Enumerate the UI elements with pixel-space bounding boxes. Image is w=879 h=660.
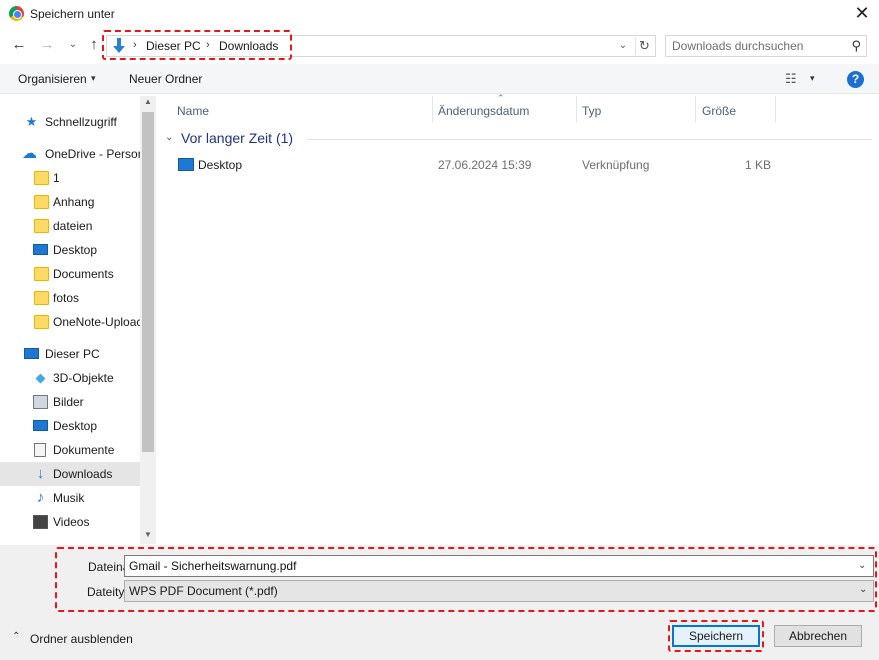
sidebar-item-label: Downloads bbox=[53, 467, 113, 481]
column-separator[interactable] bbox=[432, 96, 433, 122]
sidebar-item-dateien[interactable]: dateien bbox=[0, 214, 140, 238]
pictures-icon bbox=[33, 395, 48, 409]
recent-locations-icon[interactable]: ⌄ bbox=[64, 36, 82, 54]
file-size: 1 KB bbox=[745, 158, 772, 172]
new-folder-button[interactable]: Neuer Ordner bbox=[129, 72, 202, 86]
pc-icon bbox=[24, 348, 39, 359]
folder-icon bbox=[34, 291, 49, 305]
folder-icon bbox=[34, 171, 49, 185]
scroll-up-icon[interactable]: ▲ bbox=[140, 97, 155, 106]
highlight-save bbox=[668, 620, 764, 652]
help-icon[interactable]: ? bbox=[847, 71, 864, 88]
sidebar-item-label: Dokumente bbox=[53, 443, 115, 457]
sidebar-item-label: fotos bbox=[53, 291, 80, 305]
command-toolbar: Organisieren ▾ Neuer Ordner ☷ ▾ ? bbox=[0, 64, 879, 94]
back-arrow-icon[interactable]: ← bbox=[10, 36, 28, 54]
sidebar-item-label: Documents bbox=[53, 267, 114, 281]
title-bar: Speichern unter ✕ bbox=[0, 0, 879, 28]
sidebar-item-label: Desktop bbox=[53, 243, 98, 257]
chevron-down-icon[interactable]: ▾ bbox=[810, 73, 815, 84]
sidebar-item-downloads[interactable]: ↓ Downloads bbox=[0, 462, 140, 486]
folder-icon bbox=[34, 315, 49, 329]
sidebar-item-label: 1 bbox=[53, 171, 60, 185]
collapse-group-icon[interactable]: ⌄ bbox=[165, 132, 173, 143]
search-input[interactable]: Downloads durchsuchen ⚲ bbox=[665, 35, 867, 57]
star-icon: ★ bbox=[25, 114, 38, 129]
address-dropdown-icon[interactable]: ⌄ bbox=[615, 38, 631, 54]
navigation-pane[interactable]: ★ Schnellzugriff ☁ OneDrive - Persor 1 A… bbox=[0, 96, 156, 544]
chevron-down-icon[interactable]: ▾ bbox=[91, 73, 96, 84]
sidebar-item-musik[interactable]: ♪ Musik bbox=[0, 486, 140, 510]
column-separator[interactable] bbox=[775, 96, 776, 122]
column-header-size[interactable]: Größe bbox=[702, 100, 736, 122]
forward-arrow-icon[interactable]: → bbox=[38, 36, 56, 54]
folder-icon bbox=[34, 195, 49, 209]
group-header[interactable]: Vor langer Zeit (1) bbox=[181, 130, 293, 146]
sidebar-item-desktop-pc[interactable]: Desktop bbox=[0, 414, 140, 438]
column-header-date[interactable]: Änderungsdatum bbox=[438, 100, 529, 122]
sidebar-item-bilder[interactable]: Bilder bbox=[0, 390, 140, 414]
sidebar-item-dokumente[interactable]: Dokumente bbox=[0, 438, 140, 462]
cancel-button[interactable]: Abbrechen bbox=[774, 625, 862, 647]
chrome-icon bbox=[9, 6, 24, 21]
sidebar-item-label: Bilder bbox=[53, 395, 84, 409]
folder-icon bbox=[34, 267, 49, 281]
sidebar-item-3d-objekte[interactable]: ◆ 3D-Objekte bbox=[0, 366, 140, 390]
sidebar-item-label: dateien bbox=[53, 219, 93, 233]
music-icon: ♪ bbox=[36, 489, 45, 506]
sidebar-item-label: OneNote-Uploac bbox=[53, 315, 143, 329]
hide-folders-button[interactable]: Ordner ausblenden bbox=[30, 632, 133, 646]
column-separator[interactable] bbox=[695, 96, 696, 122]
cube-icon: ◆ bbox=[35, 370, 46, 385]
sidebar-item-label: Videos bbox=[53, 515, 90, 529]
search-icon[interactable]: ⚲ bbox=[851, 38, 861, 54]
video-icon bbox=[33, 515, 48, 529]
window-title: Speichern unter bbox=[30, 7, 115, 21]
sidebar-item-anhang[interactable]: Anhang bbox=[0, 190, 140, 214]
highlight-address bbox=[102, 30, 292, 60]
sidebar-item-label: OneDrive - Persor bbox=[45, 147, 142, 161]
sidebar-item-desktop[interactable]: Desktop bbox=[0, 238, 140, 262]
file-name: Desktop bbox=[198, 158, 243, 172]
highlight-form bbox=[55, 547, 877, 612]
sidebar-item-dieser-pc[interactable]: Dieser PC bbox=[0, 342, 140, 366]
cloud-icon: ☁ bbox=[22, 145, 37, 162]
desktop-icon bbox=[33, 244, 48, 255]
sidebar-item-onedrive[interactable]: ☁ OneDrive - Persor bbox=[0, 142, 142, 166]
view-options-icon[interactable]: ☷ bbox=[785, 71, 797, 87]
column-header-type[interactable]: Typ bbox=[582, 100, 601, 122]
folder-icon bbox=[34, 219, 49, 233]
chevron-up-icon[interactable]: ⌃ bbox=[12, 631, 20, 642]
search-placeholder: Downloads durchsuchen bbox=[672, 39, 804, 53]
file-type: Verknüpfung bbox=[582, 158, 650, 172]
file-row-desktop[interactable]: Desktop 27.06.2024 15:39 Verknüpfung 1 K… bbox=[171, 154, 781, 176]
file-date: 27.06.2024 15:39 bbox=[438, 158, 532, 172]
column-separator[interactable] bbox=[576, 96, 577, 122]
sidebar-item-fotos[interactable]: fotos bbox=[0, 286, 140, 310]
sidebar-item-documents[interactable]: Documents bbox=[0, 262, 140, 286]
refresh-icon[interactable]: ↻ bbox=[635, 37, 653, 55]
sidebar-item-onenote-uploads[interactable]: OneNote-Uploac bbox=[0, 310, 143, 334]
close-icon[interactable]: ✕ bbox=[845, 0, 879, 28]
file-list[interactable]: Name ⌃ Änderungsdatum Typ Größe ⌄ Vor la… bbox=[157, 93, 879, 544]
sidebar-scrollbar-thumb[interactable] bbox=[142, 112, 154, 452]
scroll-down-icon[interactable]: ▼ bbox=[140, 530, 155, 539]
organize-button[interactable]: Organisieren bbox=[18, 72, 87, 86]
sidebar-item-label: Anhang bbox=[53, 195, 95, 209]
group-divider bbox=[307, 139, 872, 140]
sidebar-item-label: Desktop bbox=[53, 419, 98, 433]
sidebar-item-schnellzugriff[interactable]: ★ Schnellzugriff bbox=[0, 110, 140, 134]
shortcut-icon bbox=[178, 158, 194, 171]
desktop-icon bbox=[33, 420, 48, 431]
sidebar-item-label: Schnellzugriff bbox=[45, 115, 117, 129]
documents-icon bbox=[34, 443, 46, 457]
download-icon: ↓ bbox=[36, 465, 45, 482]
sidebar-item-label: Dieser PC bbox=[45, 347, 100, 361]
sidebar-item-1[interactable]: 1 bbox=[0, 166, 140, 190]
column-header-name[interactable]: Name bbox=[177, 100, 209, 122]
sidebar-item-label: Musik bbox=[53, 491, 85, 505]
up-arrow-icon[interactable]: ↑ bbox=[85, 36, 103, 54]
sidebar-item-label: 3D-Objekte bbox=[53, 371, 114, 385]
sidebar-item-videos[interactable]: Videos bbox=[0, 510, 140, 534]
